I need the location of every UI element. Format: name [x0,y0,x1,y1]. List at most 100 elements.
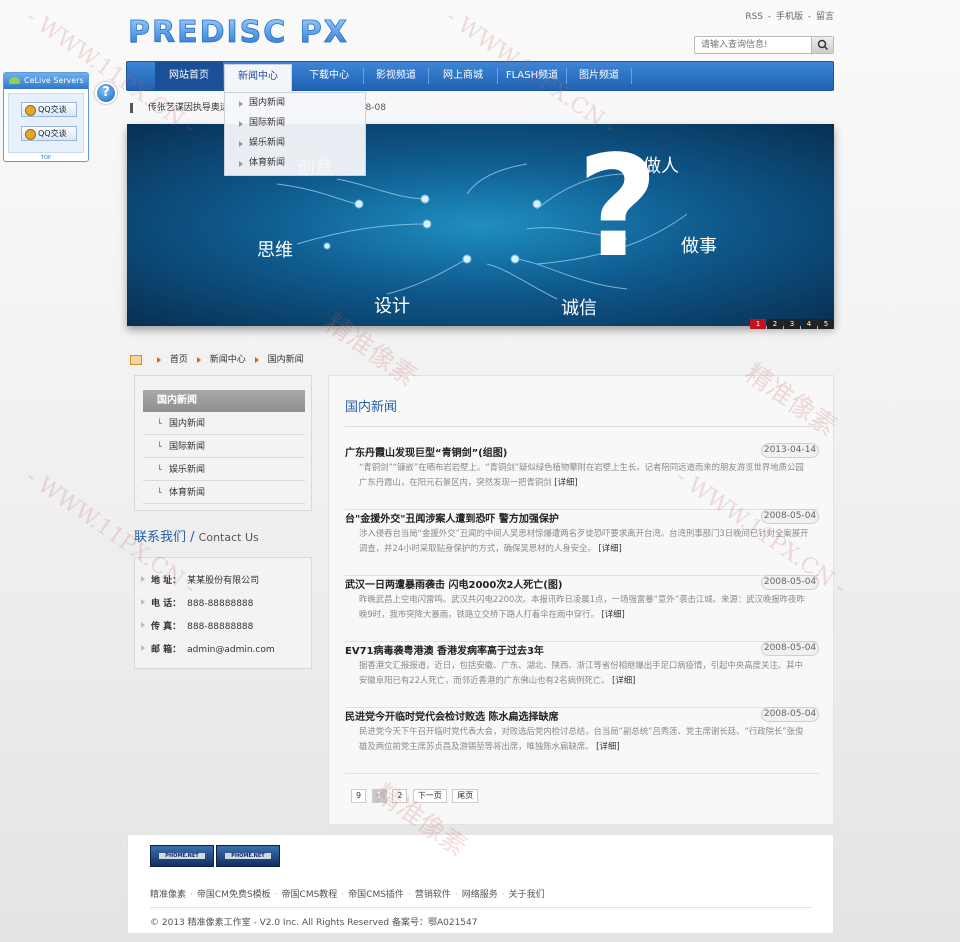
sidebar-item[interactable]: 娱乐新闻 [143,459,305,481]
footer-link[interactable]: 网络服务 [462,890,498,900]
article-title[interactable]: 广东丹霞山发现巨型“青铜剑”(组图) [345,444,507,459]
ticker-icon [130,102,133,113]
banner-page-button[interactable]: 2 [767,319,783,329]
dropdown-item[interactable]: 国际新闻 [225,113,365,133]
banner-pager: 12345 [749,316,834,329]
footer-link[interactable]: 营销软件 [415,890,451,900]
footer-link[interactable]: 帝国CMS教程 [282,890,338,900]
nav-separator [631,68,632,84]
site-logo[interactable]: PREDISC PX [128,14,378,48]
article-date: 2008-05-04 [761,641,819,656]
last-page-button[interactable]: 尾页 [452,789,479,803]
arrow-icon [196,356,204,363]
divider [345,426,819,427]
footer-links: 精准像素 · 帝国CM免费S模板 · 帝国CMS教程 · 帝国CMS插件 · 营销软件 · 网络服务… [150,890,545,900]
nav-download[interactable]: 下载中心 [295,62,363,90]
next-page-button[interactable]: 下一页 [412,789,447,803]
footer-badge[interactable]: PHOME.NET [150,845,214,867]
top-links: RSS - 手机版 - 留言 [745,12,834,22]
logo-text: PREDISC PX [128,15,349,48]
contact-title: 联系我们 / Contact Us [134,530,259,545]
nav-news[interactable]: 新闻中心 [224,64,292,92]
article-summary: 民进党今天下午召开临时党代表大会，对败选后党内检讨总结，台当局“副总统”吕秀莲、… [359,726,804,751]
page-link[interactable]: 2 [392,789,408,803]
search-button[interactable] [811,37,833,53]
divider [150,907,812,908]
arrow-icon [156,356,164,363]
contact-address: 地 址： 某某股份有限公司 [140,573,259,586]
nav-video[interactable]: 影视频道 [364,62,428,90]
article-title[interactable]: 民进党今开临时党代会检讨败选 陈水扁选择缺席 [345,708,558,723]
dropdown-item[interactable]: 娱乐新闻 [225,133,365,153]
breadcrumb-current[interactable]: 国内新闻 [268,355,304,365]
article-item: 民进党今开临时党代会检讨败选 陈水扁选择缺席 2008-05-04 民进党今天下… [345,707,819,774]
dropdown-item[interactable]: 体育新闻 [225,153,365,173]
banner-word: 设计 [374,296,410,317]
banner-word: 做事 [681,236,717,257]
mobile-link[interactable]: 手机版 [776,12,803,22]
footer-badge[interactable]: PHOME.NET [216,845,280,867]
message-link[interactable]: 留言 [816,12,834,22]
nav-flash[interactable]: FLASH频道 [498,62,566,90]
nav-home[interactable]: 网站首页 [155,62,223,90]
news-list-panel: 国内新闻 广东丹霞山发现巨型“青铜剑”(组图) 2013-04-14 “青铜剑”… [328,375,834,825]
article-summary: 昨晚武昌上空电闪雷鸣。武汉共闪电2200次。本报讯昨日凌晨1点，一场强雷暴“意外… [359,594,805,619]
breadcrumb-news[interactable]: 新闻中心 [210,355,246,365]
article-title[interactable]: 武汉一日两遭暴雨袭击 闪电2000次2人死亡(图) [345,576,562,591]
article-title[interactable]: 台"金援外交"丑闻涉案人遭到恐吓 警方加强保护 [345,510,559,525]
article-date: 2008-05-04 [761,575,819,590]
details-link[interactable]: [详细] [598,543,621,553]
qq-chat-button[interactable]: QQ交谈 [21,102,77,117]
rss-link[interactable]: RSS [745,12,763,22]
article-item: 武汉一日两遭暴雨袭击 闪电2000次2人死亡(图) 2008-05-04 昨晚武… [345,575,819,642]
article-summary: 涉入侵吞台当局“金援外交”丑闻的中间人吴思材惊爆遭两名歹徒恐吓要求离开台湾。台湾… [359,528,809,553]
article-title[interactable]: EV71病毒袭粤港澳 香港发病率高于过去3年 [345,642,544,657]
sidebar-header[interactable]: 国内新闻 [143,390,305,412]
details-link[interactable]: [详细] [596,741,619,751]
page-current[interactable]: 1 [371,789,387,803]
search-icon [817,39,829,51]
ticker-text[interactable]: 传张艺谋因执导奥运 [148,103,229,113]
banner-page-button[interactable]: 1 [750,319,766,329]
main-nav: 网站首页 新闻中心 下载中心 影视频道 网上商城 FLASH频道 图片频道 [126,61,834,92]
sidebar-item[interactable]: 国内新闻 [143,413,305,435]
banner-page-button[interactable]: 3 [784,319,800,329]
footer-link[interactable]: 帝国CM免费S模板 [197,890,271,900]
banner-page-button[interactable]: 4 [801,319,817,329]
copyright: © 2013 精准像素工作室 - V2.0 Inc. All Rights Re… [150,918,478,928]
page-count: 9 [351,789,367,803]
footer-link[interactable]: 精准像素 [150,890,186,900]
details-link[interactable]: [详细] [612,675,635,685]
contact-fax: 传 真： 888-88888888 [140,619,253,632]
breadcrumb-home[interactable]: 首页 [170,355,188,365]
search-box [694,36,834,54]
footer: PHOME.NET PHOME.NET 精准像素 · 帝国CM免费S模板 · 帝国CMS… [127,834,834,934]
help-icon[interactable]: ? [95,82,117,104]
banner-page-button[interactable]: 5 [818,319,834,329]
contact-title-en: Contact Us [198,531,259,544]
footer-link[interactable]: 帝国CMS插件 [348,890,404,900]
qq-chat-button[interactable]: QQ交谈 [21,126,77,141]
article-date: 2008-05-04 [761,509,819,524]
pagination: 9 1 2 下一页 尾页 [351,788,480,803]
footer-link[interactable]: 关于我们 [509,890,545,900]
contact-title-cn: 联系我们 [134,530,187,545]
nav-pictures[interactable]: 图片频道 [567,62,631,90]
dropdown-item[interactable]: 国内新闻 [225,93,365,113]
article-item: 广东丹霞山发现巨型“青铜剑”(组图) 2013-04-14 “青铜剑”“镰嵌”在… [345,443,819,510]
page-title: 国内新闻 [345,400,398,415]
qq-panel-body: QQ交谈 QQ交谈 [8,93,84,153]
sidebar-item[interactable]: 国际新闻 [143,436,305,458]
nav-shop[interactable]: 网上商城 [429,62,497,90]
back-to-top-button[interactable]: TOP [4,155,88,161]
article-item: 台"金援外交"丑闻涉案人遭到恐吓 警方加强保护 2008-05-04 涉入侵吞台… [345,509,819,576]
search-input[interactable] [695,37,811,53]
banner-word: 做人 [643,156,679,177]
news-dropdown-menu: 国内新闻 国际新闻 娱乐新闻 体育新闻 [224,92,366,176]
breadcrumb: 首页 新闻中心 国内新闻 [130,352,304,365]
details-link[interactable]: [详细] [554,477,577,487]
details-link[interactable]: [详细] [602,609,625,619]
qq-panel-title: CeLive Servers [4,73,88,89]
article-date: 2008-05-04 [761,707,819,722]
sidebar-item[interactable]: 体育新闻 [143,482,305,504]
